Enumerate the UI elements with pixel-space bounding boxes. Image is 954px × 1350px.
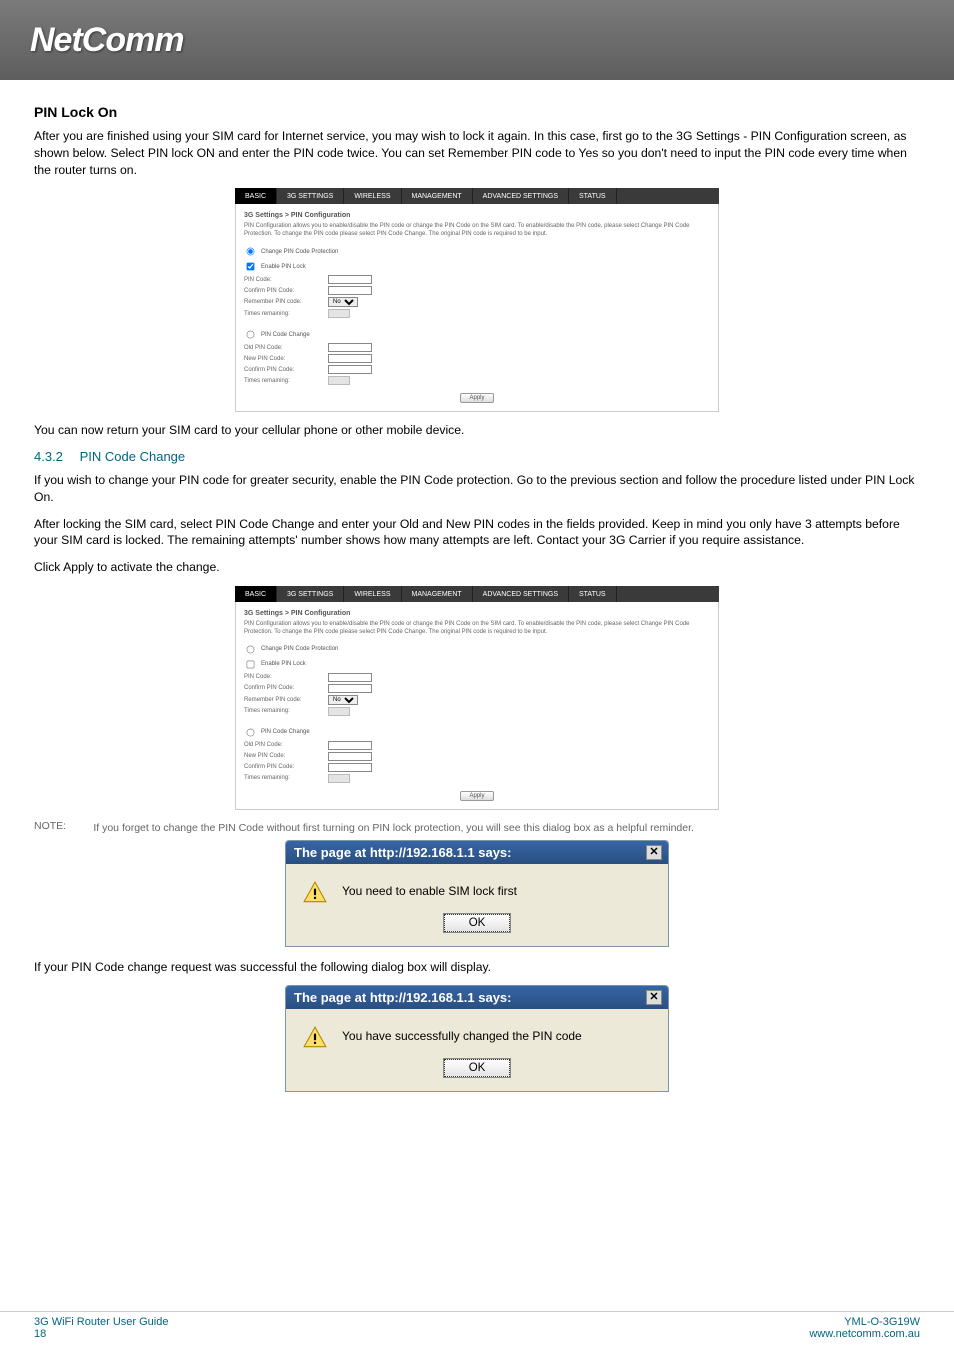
label-remember-pin-2: Remember PIN code:: [244, 697, 324, 703]
input-confirm-pin-2[interactable]: [328, 365, 372, 374]
sub-para-3: Click Apply to activate the change.: [34, 559, 920, 576]
label-times-remaining: Times remaining:: [244, 311, 324, 317]
nav-3g-2[interactable]: 3G SETTINGS: [277, 586, 344, 602]
input-pin-code[interactable]: [328, 275, 372, 284]
subsection-title: PIN Code Change: [80, 449, 186, 464]
panel-description-2: PIN Configuration allows you to enable/d…: [244, 621, 710, 637]
label-pin-code-change-2: PIN Code Change: [261, 729, 310, 735]
label-pin-code-2: PIN Code:: [244, 674, 324, 680]
nav-basic-2[interactable]: BASIC: [235, 586, 277, 602]
panel-nav: BASIC 3G SETTINGS WIRELESS MANAGEMENT AD…: [235, 188, 719, 204]
warning-icon: [302, 880, 328, 906]
header-band: NetComm: [0, 0, 954, 80]
note-text: If you forget to change the PIN Code wit…: [93, 822, 694, 834]
radio-change-protection[interactable]: [247, 248, 255, 256]
note-row: NOTE: If you forget to change the PIN Co…: [34, 820, 920, 834]
breadcrumb-2: 3G Settings > PIN Configuration: [244, 610, 710, 617]
dialog-message-2: You have successfully changed the PIN co…: [342, 1025, 582, 1043]
dialog-title-2: The page at http://192.168.1.1 says:: [294, 990, 511, 1005]
page-footer: 3G WiFi Router User Guide 18 YML-O-3G19W…: [0, 1311, 954, 1350]
label-times-remaining-4: Times remaining:: [244, 775, 324, 781]
label-pin-code: PIN Code:: [244, 277, 324, 283]
close-icon-2[interactable]: ✕: [646, 990, 662, 1005]
breadcrumb: 3G Settings > PIN Configuration: [244, 212, 710, 219]
select-remember-pin[interactable]: No: [328, 297, 358, 307]
dialog-success: The page at http://192.168.1.1 says: ✕ Y…: [285, 985, 669, 1092]
radio-change-protection-2[interactable]: [247, 645, 255, 653]
readonly-times-remaining-4: [328, 774, 350, 783]
readonly-times-remaining: [328, 309, 350, 318]
label-confirm-pin-2: Confirm PIN Code:: [244, 367, 324, 373]
footer-guide: 3G WiFi Router User Guide: [34, 1316, 168, 1328]
input-new-pin[interactable]: [328, 354, 372, 363]
radio-pin-code-change-2[interactable]: [247, 728, 255, 736]
label-new-pin: New PIN Code:: [244, 356, 324, 362]
nav-advanced-2[interactable]: ADVANCED SETTINGS: [473, 586, 569, 602]
input-old-pin[interactable]: [328, 343, 372, 352]
subsection-heading: 4.3.2 PIN Code Change: [34, 449, 920, 464]
brand-logo: NetComm: [30, 21, 184, 60]
footer-code: YML-O-3G19W: [809, 1316, 920, 1328]
section-title-pin-lock-on: PIN Lock On: [34, 104, 920, 120]
select-remember-pin-2[interactable]: No: [328, 695, 358, 705]
label-new-pin-2: New PIN Code:: [244, 753, 324, 759]
panel-nav-2: BASIC 3G SETTINGS WIRELESS MANAGEMENT AD…: [235, 586, 719, 602]
label-old-pin-2: Old PIN Code:: [244, 742, 324, 748]
checkbox-enable-pin-lock[interactable]: [247, 263, 255, 271]
footer-url: www.netcomm.com.au: [809, 1328, 920, 1340]
radio-pin-code-change[interactable]: [247, 331, 255, 339]
nav-3g[interactable]: 3G SETTINGS: [277, 188, 344, 204]
nav-wireless[interactable]: WIRELESS: [344, 188, 401, 204]
sub-para-1: If you wish to change your PIN code for …: [34, 472, 920, 506]
panel-description: PIN Configuration allows you to enable/d…: [244, 223, 710, 239]
note-label: NOTE:: [34, 820, 90, 832]
label-times-remaining-3: Times remaining:: [244, 708, 324, 714]
nav-advanced[interactable]: ADVANCED SETTINGS: [473, 188, 569, 204]
success-para: If your PIN Code change request was succ…: [34, 959, 920, 976]
input-pin-code-2[interactable]: [328, 673, 372, 682]
ok-button[interactable]: OK: [444, 914, 511, 932]
label-change-protection-2: Change PIN Code Protection: [261, 646, 338, 652]
input-confirm-pin-2b[interactable]: [328, 763, 372, 772]
apply-button[interactable]: Apply: [460, 393, 493, 403]
dialog-message: You need to enable SIM lock first: [342, 880, 517, 898]
dialog-title: The page at http://192.168.1.1 says:: [294, 845, 511, 860]
section-para-1: After you are finished using your SIM ca…: [34, 128, 920, 178]
nav-management[interactable]: MANAGEMENT: [402, 188, 473, 204]
nav-wireless-2[interactable]: WIRELESS: [344, 586, 401, 602]
warning-icon-2: [302, 1025, 328, 1051]
label-enable-pin-lock: Enable PIN Lock: [261, 264, 306, 270]
apply-button-2[interactable]: Apply: [460, 791, 493, 801]
input-old-pin-2[interactable]: [328, 741, 372, 750]
label-enable-pin-lock-2: Enable PIN Lock: [261, 661, 306, 667]
label-change-protection: Change PIN Code Protection: [261, 249, 338, 255]
close-icon[interactable]: ✕: [646, 845, 662, 860]
label-confirm-pin-2b: Confirm PIN Code:: [244, 764, 324, 770]
label-times-remaining-2: Times remaining:: [244, 378, 324, 384]
nav-management-2[interactable]: MANAGEMENT: [402, 586, 473, 602]
readonly-times-remaining-3: [328, 707, 350, 716]
sub-para-2: After locking the SIM card, select PIN C…: [34, 516, 920, 550]
page-content: PIN Lock On After you are finished using…: [0, 80, 954, 1092]
dialog-enable-sim-lock: The page at http://192.168.1.1 says: ✕ Y…: [285, 840, 669, 947]
checkbox-enable-pin-lock-2[interactable]: [247, 660, 255, 668]
nav-status-2[interactable]: STATUS: [569, 586, 617, 602]
footer-page: 18: [34, 1328, 168, 1340]
ok-button-2[interactable]: OK: [444, 1059, 511, 1077]
nav-status[interactable]: STATUS: [569, 188, 617, 204]
config-panel-2: BASIC 3G SETTINGS WIRELESS MANAGEMENT AD…: [235, 586, 719, 810]
label-old-pin: Old PIN Code:: [244, 345, 324, 351]
nav-basic[interactable]: BASIC: [235, 188, 277, 204]
label-remember-pin: Remember PIN code:: [244, 299, 324, 305]
label-confirm-pin: Confirm PIN Code:: [244, 288, 324, 294]
label-pin-code-change: PIN Code Change: [261, 332, 310, 338]
after-panel-text: You can now return your SIM card to your…: [34, 422, 920, 439]
input-confirm-pin-p2[interactable]: [328, 684, 372, 693]
config-panel-1: BASIC 3G SETTINGS WIRELESS MANAGEMENT AD…: [235, 188, 719, 412]
input-confirm-pin[interactable]: [328, 286, 372, 295]
input-new-pin-2[interactable]: [328, 752, 372, 761]
readonly-times-remaining-2: [328, 376, 350, 385]
label-confirm-pin-p2: Confirm PIN Code:: [244, 685, 324, 691]
subsection-number: 4.3.2: [34, 449, 76, 464]
